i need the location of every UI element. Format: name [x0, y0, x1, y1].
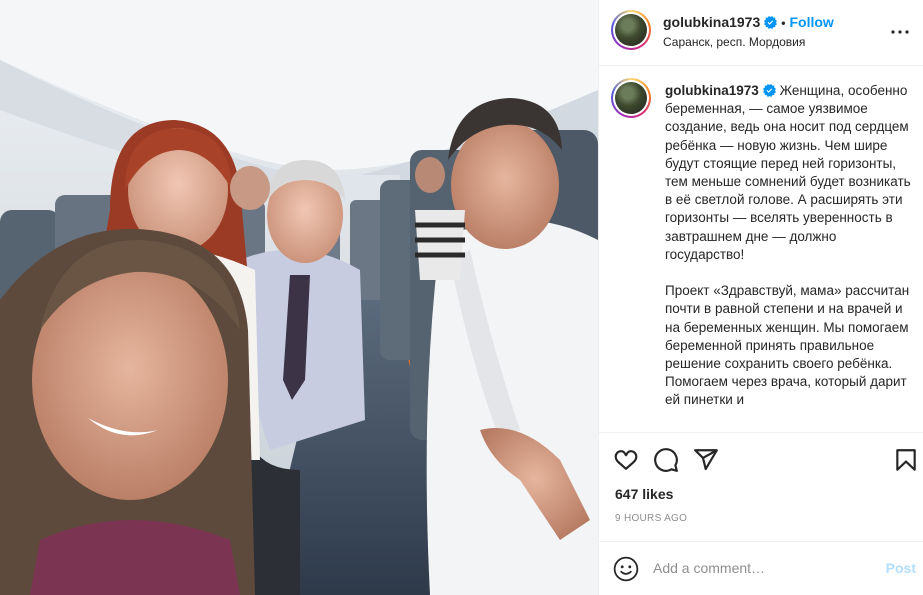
- post-comment-button[interactable]: Post: [886, 560, 916, 576]
- emoji-icon[interactable]: [613, 556, 639, 582]
- post-header: golubkina1973 • Follow Саранск, респ. Морд…: [599, 0, 923, 66]
- bookmark-icon[interactable]: [893, 447, 919, 473]
- caption-paragraph-2: Проект «Здравствуй, мама» рассчитан почт…: [665, 283, 913, 408]
- username-link[interactable]: golubkina1973: [663, 14, 760, 30]
- verified-badge-icon: [762, 84, 776, 97]
- location-link[interactable]: Саранск, респ. Мордовия: [663, 35, 805, 49]
- more-options-icon[interactable]: [888, 20, 912, 44]
- caption-text: golubkina1973 Женщина, особенно беременн…: [665, 82, 915, 410]
- comment-icon[interactable]: [653, 447, 679, 473]
- post-side-panel: golubkina1973 • Follow Саранск, респ. Морд…: [598, 0, 923, 595]
- caption-paragraph-1: Женщина, особенно беременная, — самое уя…: [665, 83, 915, 262]
- action-bar: [599, 432, 923, 482]
- post-timestamp[interactable]: 9 HOURS AGO: [615, 513, 687, 524]
- follow-button[interactable]: Follow: [789, 14, 833, 30]
- likes-count[interactable]: 647 likes: [615, 486, 673, 502]
- comment-bar: Post: [599, 541, 923, 595]
- caption-avatar[interactable]: [611, 78, 651, 118]
- header-user-line: golubkina1973 • Follow: [663, 14, 834, 30]
- comment-input[interactable]: [653, 557, 873, 579]
- post-photo-image: [0, 0, 598, 595]
- heart-icon[interactable]: [613, 447, 639, 473]
- post-photo[interactable]: [0, 0, 598, 595]
- caption-area[interactable]: golubkina1973 Женщина, особенно беременн…: [599, 66, 923, 430]
- avatar[interactable]: [611, 10, 651, 50]
- separator-dot: •: [781, 16, 786, 30]
- share-icon[interactable]: [693, 447, 719, 473]
- caption-username[interactable]: golubkina1973: [665, 83, 759, 98]
- verified-badge-icon: [764, 16, 778, 29]
